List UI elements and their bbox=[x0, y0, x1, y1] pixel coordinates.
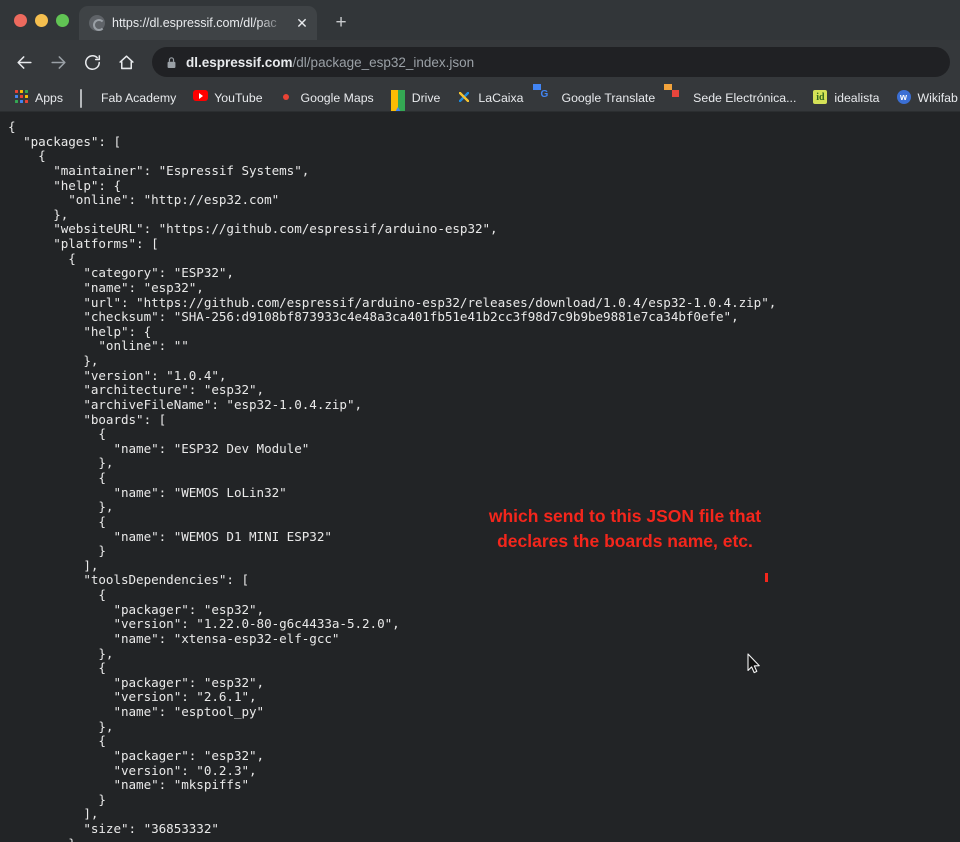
google-drive-icon bbox=[390, 90, 406, 111]
sede-electronica-icon bbox=[672, 90, 687, 105]
google-translate-icon bbox=[541, 90, 556, 105]
bookmark-sede-electronica[interactable]: Sede Electrónica... bbox=[672, 90, 796, 105]
bookmark-label: Sede Electrónica... bbox=[693, 90, 797, 105]
globe-icon bbox=[89, 15, 105, 31]
bookmark-label: Drive bbox=[411, 90, 441, 105]
address-bar-path: /dl/package_esp32_index.json bbox=[292, 54, 475, 70]
bookmark-label: Google Translate bbox=[561, 90, 656, 105]
bookmark-label: Google Maps bbox=[300, 90, 374, 105]
address-bar[interactable]: dl.espressif.com/dl/package_esp32_index.… bbox=[152, 47, 950, 77]
annotation-mark bbox=[765, 573, 768, 582]
bookmark-label: Wikifab bbox=[917, 90, 958, 105]
bookmark-idealista[interactable]: id idealista bbox=[813, 90, 880, 105]
tab-strip: https://dl.espressif.com/dl/pac ✕ + bbox=[0, 0, 960, 40]
window-maximize-button[interactable] bbox=[56, 13, 69, 27]
window-traffic-lights bbox=[8, 0, 79, 40]
reload-button[interactable] bbox=[76, 46, 108, 78]
idealista-icon: id bbox=[813, 90, 828, 105]
annotation-line-2: declares the boards name, etc. bbox=[497, 531, 753, 551]
bookmark-label: LaCaixa bbox=[478, 90, 524, 105]
window-minimize-button[interactable] bbox=[35, 13, 48, 27]
bookmark-google-maps[interactable]: Google Maps bbox=[280, 90, 374, 105]
browser-tab-active[interactable]: https://dl.espressif.com/dl/pac ✕ bbox=[79, 6, 317, 40]
youtube-icon bbox=[193, 90, 209, 105]
bookmark-label: Fab Academy bbox=[101, 90, 177, 105]
bookmark-drive[interactable]: Drive bbox=[390, 90, 441, 111]
annotation-line-1: which send to this JSON file that bbox=[488, 506, 762, 526]
mouse-cursor bbox=[747, 653, 761, 674]
new-tab-button[interactable]: + bbox=[327, 9, 355, 37]
bookmark-label: Apps bbox=[35, 90, 64, 105]
wikifab-icon: w bbox=[896, 90, 912, 105]
close-icon[interactable]: ✕ bbox=[293, 14, 311, 32]
browser-toolbar: dl.espressif.com/dl/package_esp32_index.… bbox=[0, 40, 960, 84]
bookmark-youtube[interactable]: YouTube bbox=[193, 90, 263, 105]
lacaixa-icon bbox=[457, 90, 472, 105]
back-button[interactable] bbox=[8, 46, 40, 78]
address-bar-url: dl.espressif.com/dl/package_esp32_index.… bbox=[186, 55, 474, 70]
bookmarks-bar: Apps Fab Academy YouTube Google Maps Dri… bbox=[0, 84, 960, 112]
google-maps-icon bbox=[280, 90, 295, 105]
browser-chrome: https://dl.espressif.com/dl/pac ✕ + dl.e… bbox=[0, 0, 960, 112]
page-content-area: { "packages": [ { "maintainer": "Espress… bbox=[0, 112, 960, 842]
window-close-button[interactable] bbox=[14, 13, 27, 27]
folder-icon bbox=[80, 89, 95, 108]
bookmark-lacaixa[interactable]: LaCaixa bbox=[457, 90, 523, 105]
apps-grid-icon bbox=[14, 90, 29, 105]
forward-button[interactable] bbox=[42, 46, 74, 78]
lock-icon bbox=[166, 56, 177, 69]
bookmark-fab-academy[interactable]: Fab Academy bbox=[80, 89, 177, 108]
bookmark-label: idealista bbox=[834, 90, 880, 105]
home-button[interactable] bbox=[110, 46, 142, 78]
bookmark-label: YouTube bbox=[214, 90, 263, 105]
bookmark-google-translate[interactable]: Google Translate bbox=[541, 90, 656, 105]
address-bar-host: dl.espressif.com bbox=[186, 54, 293, 70]
bookmark-apps[interactable]: Apps bbox=[14, 90, 63, 105]
tab-title: https://dl.espressif.com/dl/pac bbox=[112, 16, 277, 30]
annotation-text: which send to this JSON file that declar… bbox=[452, 504, 798, 554]
bookmark-wikifab[interactable]: w Wikifab bbox=[896, 90, 958, 105]
json-document-body: { "packages": [ { "maintainer": "Espress… bbox=[8, 119, 777, 842]
